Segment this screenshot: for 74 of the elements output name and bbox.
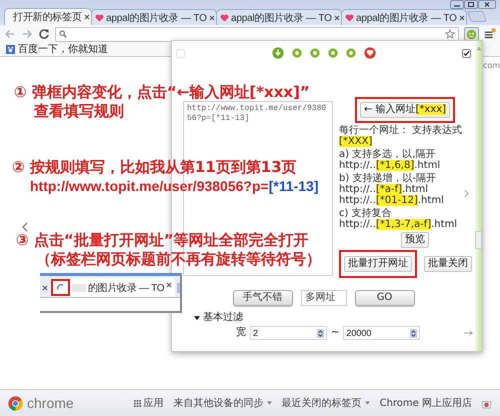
- close-icon: [166, 282, 172, 288]
- number-field[interactable]: 2: [250, 326, 327, 340]
- help-text: http://..[*a-f].html: [339, 184, 428, 195]
- footer-link[interactable]: 来自其他设备的同步: [174, 396, 272, 410]
- heart-icon[interactable]: [364, 47, 376, 59]
- stepper-icon[interactable]: [317, 328, 324, 338]
- disclosure-triangle-icon[interactable]: [194, 315, 200, 321]
- annotation-text: 查看填写规则: [32, 102, 124, 121]
- footer-link[interactable]: Chrome 网上应用店: [380, 396, 492, 410]
- close-icon[interactable]: [458, 14, 465, 20]
- batch-open-button[interactable]: 批量打开网址: [344, 256, 412, 272]
- enter-url-button[interactable]: ← 输入网址[*xxx]: [360, 102, 450, 118]
- annotation-text: （标签栏网页标题前不再有旋转等待符号）: [35, 250, 321, 269]
- close-icon[interactable]: [208, 14, 215, 20]
- bookmark-item[interactable]: 百度一下，你就知道: [6, 44, 108, 56]
- stepper-icon[interactable]: [410, 328, 418, 338]
- caret-icon: [266, 401, 272, 405]
- close-icon: [42, 285, 48, 291]
- caret-icon: [364, 401, 370, 405]
- browser-tab[interactable]: appal的图片收录 — TO: [216, 9, 342, 25]
- mode-field[interactable]: 多网址: [300, 290, 346, 306]
- range-separator: ~: [331, 327, 340, 339]
- annotation-text: ③ 点击“批量打开网址”等网址全部完全打开: [16, 231, 309, 250]
- heart-icon: [95, 14, 104, 22]
- chrome-logo-icon: [8, 396, 23, 410]
- url-text[interactable]: http://www.topit.me/user/938056?p=[*11-13]: [187, 104, 329, 124]
- reload-icon[interactable]: [38, 28, 50, 40]
- menu-icon[interactable]: [484, 28, 496, 40]
- chrome-wordmark: chrome: [27, 395, 74, 411]
- help-text: c) 支持复合: [339, 208, 393, 219]
- help-text: b) 支持递增，以-隔开: [339, 173, 438, 184]
- field-label: 宽: [236, 327, 246, 339]
- batch-close-button[interactable]: 批量关闭: [424, 256, 472, 272]
- annotation-text: http://www.topit.me/user/938056?p=[*11-13]: [29, 177, 319, 196]
- lucky-button[interactable]: 手气不错: [232, 290, 292, 306]
- footer-link[interactable]: 应用: [134, 396, 164, 410]
- help-text: a) 支持多选，以,隔开: [339, 149, 436, 160]
- annotation-text: ② 按规则填写，比如我从第11页到第13页: [12, 158, 297, 177]
- page-text: com: [483, 61, 500, 70]
- go-button[interactable]: GO: [354, 290, 414, 306]
- download-icon[interactable]: [272, 47, 284, 59]
- loading-spinner-icon: [56, 283, 65, 292]
- tab-title: 的图片收录 — TO: [88, 282, 164, 294]
- annotation-text: ① 弹框内容变化，点击“←输入网址[*xxx]”: [14, 83, 310, 102]
- maximize-button[interactable]: [464, 0, 478, 9]
- close-icon[interactable]: [334, 14, 340, 20]
- heart-icon: [220, 14, 229, 22]
- check-icon: [463, 50, 470, 56]
- minimize-button[interactable]: [450, 0, 464, 9]
- blurred-text: [72, 284, 86, 292]
- section-title: 基本过滤: [203, 312, 243, 324]
- search-icon: [59, 30, 67, 38]
- scroll-up-arrow-icon[interactable]: [476, 46, 482, 51]
- browser-tab[interactable]: 打开新的标签页: [4, 8, 92, 25]
- preview-button[interactable]: 预览: [401, 232, 429, 248]
- previous-chevron-icon[interactable]: [22, 222, 28, 232]
- checkbox[interactable]: [462, 48, 471, 58]
- help-text: http://..[*1,3-7,a-f].html: [339, 219, 458, 230]
- scrollbar[interactable]: [475, 41, 482, 351]
- apps-grid-icon: [134, 400, 141, 406]
- bookmark-star-icon[interactable]: [445, 29, 455, 39]
- scroll-thumb[interactable]: [475, 231, 482, 249]
- help-text: http://..[*1,6,8].html: [339, 160, 442, 171]
- number-field[interactable]: 20000: [343, 326, 420, 340]
- footer-link[interactable]: 最近关闭的标签页: [282, 396, 370, 410]
- close-button[interactable]: [478, 0, 496, 9]
- heart-icon: [345, 14, 354, 22]
- extension-icon[interactable]: [464, 26, 479, 42]
- browser-tab[interactable]: appal的图片收录 — TO: [91, 9, 217, 25]
- next-chevron-icon[interactable]: [464, 189, 469, 198]
- browser-tab[interactable]: appal的图片收录 — TO: [341, 9, 467, 25]
- close-icon[interactable]: [84, 14, 90, 20]
- help-text: http://..[*01-12].html: [339, 195, 445, 206]
- arrow-icon: [464, 330, 473, 336]
